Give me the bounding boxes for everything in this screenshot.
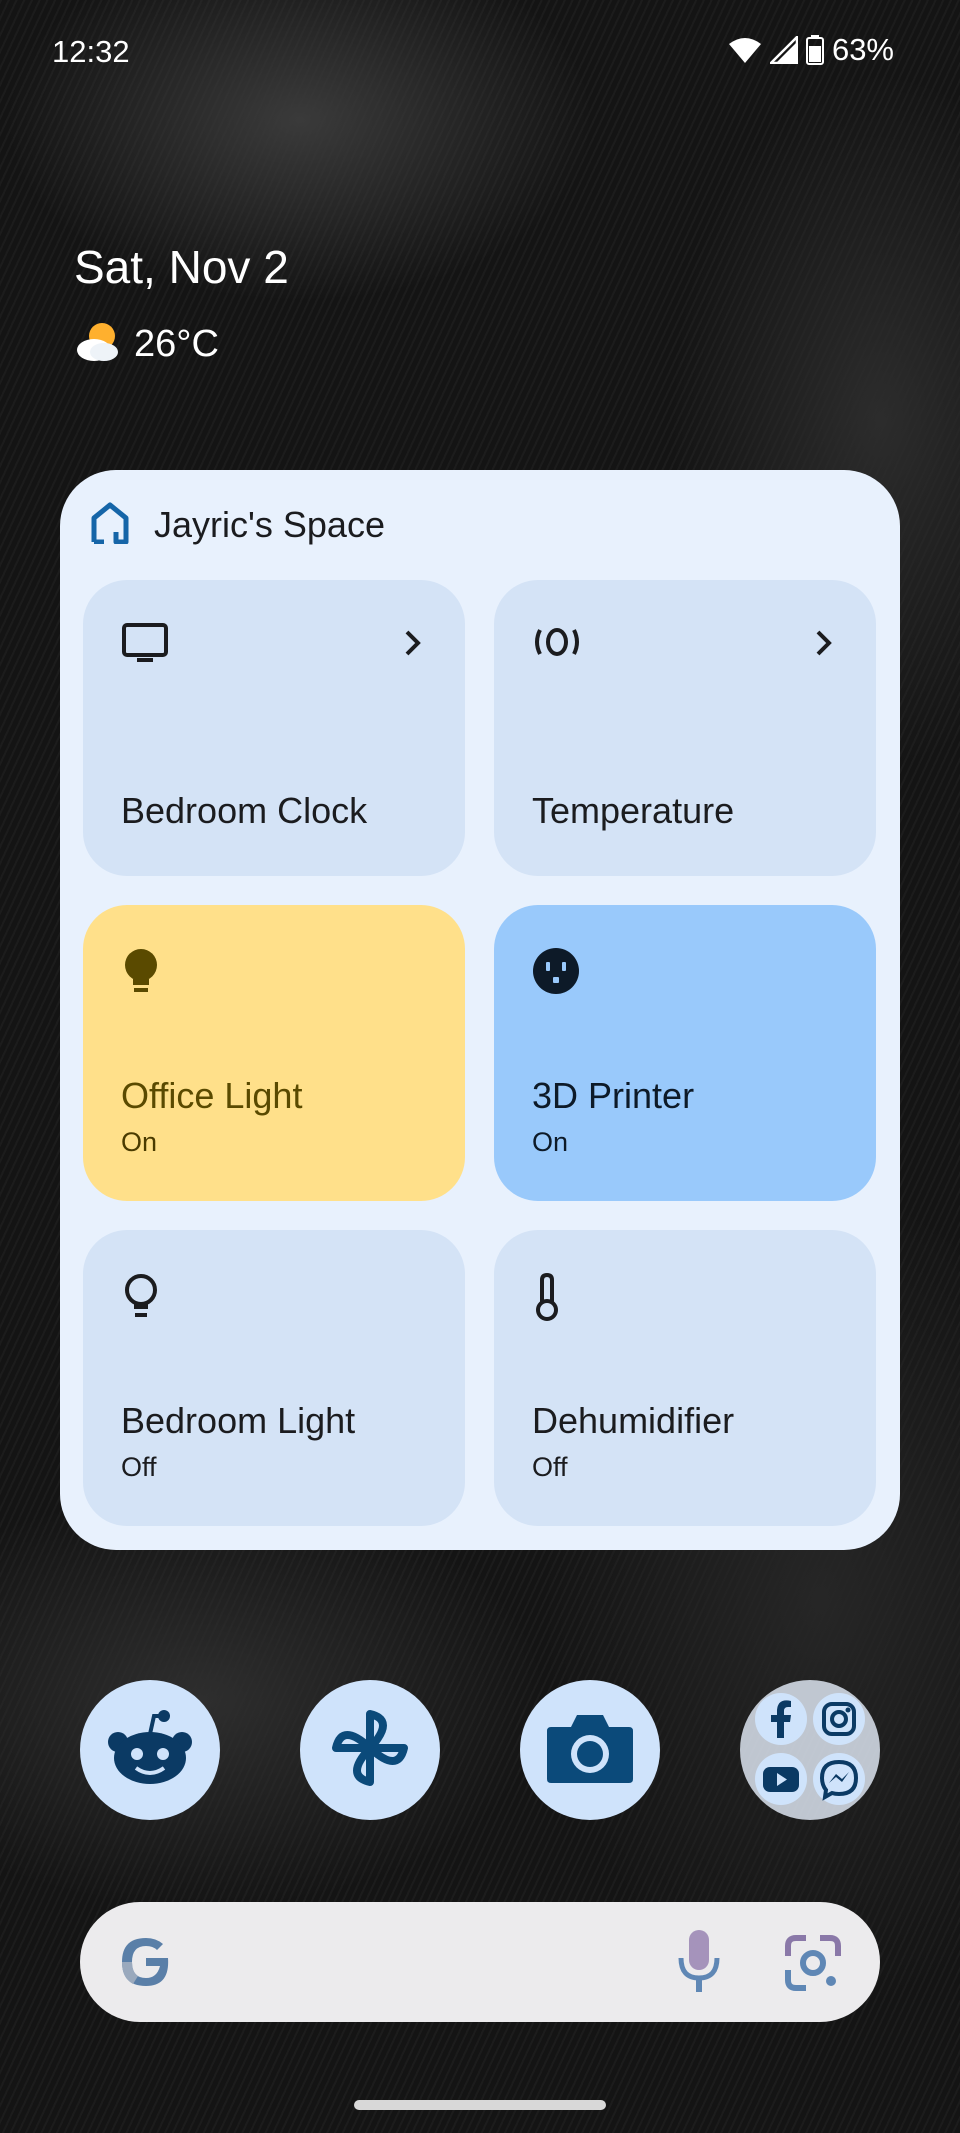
camera-app[interactable] <box>520 1680 660 1820</box>
tile-state: On <box>532 1127 569 1157</box>
status-time: 12:32 <box>52 34 130 69</box>
outlet-icon <box>532 947 580 1000</box>
google-g-icon[interactable] <box>116 1932 176 1997</box>
pinwheel-app[interactable] <box>300 1680 440 1820</box>
lightbulb-outline-icon <box>121 1272 161 1327</box>
tile-state: Off <box>532 1452 568 1482</box>
gesture-nav-handle[interactable] <box>354 2100 606 2110</box>
tile-temperature[interactable]: Temperature <box>494 580 876 876</box>
tile-state: On <box>121 1127 158 1157</box>
status-icons: 63% <box>728 32 894 68</box>
home-widget: Jayric's Space Bedroom Clock Temperature… <box>60 470 900 1550</box>
tile-state: Off <box>121 1452 157 1482</box>
battery-percentage: 63% <box>831 32 894 67</box>
thermometer-icon <box>532 1272 562 1327</box>
battery-icon <box>805 35 824 65</box>
tv-icon <box>121 622 169 671</box>
pinwheel-icon <box>328 1706 412 1795</box>
tile-name: Dehumidifier <box>532 1400 735 1441</box>
widget-title: Jayric's Space <box>154 504 385 545</box>
youtube-icon <box>754 1752 808 1811</box>
tile-name: Temperature <box>532 790 735 831</box>
glance-date[interactable]: Sat, Nov 2 <box>74 240 289 294</box>
tile-name: Office Light <box>121 1075 303 1116</box>
glance-temperature: 26°C <box>134 323 219 365</box>
microphone-icon[interactable] <box>676 1928 722 1999</box>
widget-header[interactable]: Jayric's Space <box>90 500 385 550</box>
chevron-right-icon <box>814 628 834 663</box>
app-dock <box>0 1680 960 1820</box>
tile-name: Bedroom Light <box>121 1400 356 1441</box>
camera-icon <box>545 1711 635 1790</box>
tile-office-light[interactable]: Office Light On <box>83 905 465 1201</box>
chevron-right-icon <box>403 628 423 663</box>
lens-icon[interactable] <box>784 1934 842 1997</box>
glance-weather[interactable]: 26°C <box>74 320 219 369</box>
social-apps-folder[interactable] <box>740 1680 880 1820</box>
facebook-icon <box>754 1692 808 1751</box>
cellular-signal-icon <box>769 36 798 64</box>
reddit-app[interactable] <box>80 1680 220 1820</box>
tile-name: 3D Printer <box>532 1075 695 1116</box>
tile-3d-printer[interactable]: 3D Printer On <box>494 905 876 1201</box>
wifi-icon <box>728 36 762 64</box>
partly-cloudy-icon <box>74 320 122 369</box>
tile-dehumidifier[interactable]: Dehumidifier Off <box>494 1230 876 1526</box>
reddit-icon <box>102 1708 198 1793</box>
sensor-icon <box>532 622 582 667</box>
google-search-bar[interactable] <box>80 1902 880 2022</box>
home-icon <box>90 502 130 549</box>
instagram-icon <box>812 1692 866 1751</box>
status-bar: 12:32 63% <box>0 0 960 100</box>
tile-bedroom-light[interactable]: Bedroom Light Off <box>83 1230 465 1526</box>
tile-name: Bedroom Clock <box>121 790 368 831</box>
tile-bedroom-clock[interactable]: Bedroom Clock <box>83 580 465 876</box>
lightbulb-icon <box>121 947 161 1002</box>
messenger-icon <box>812 1752 866 1811</box>
